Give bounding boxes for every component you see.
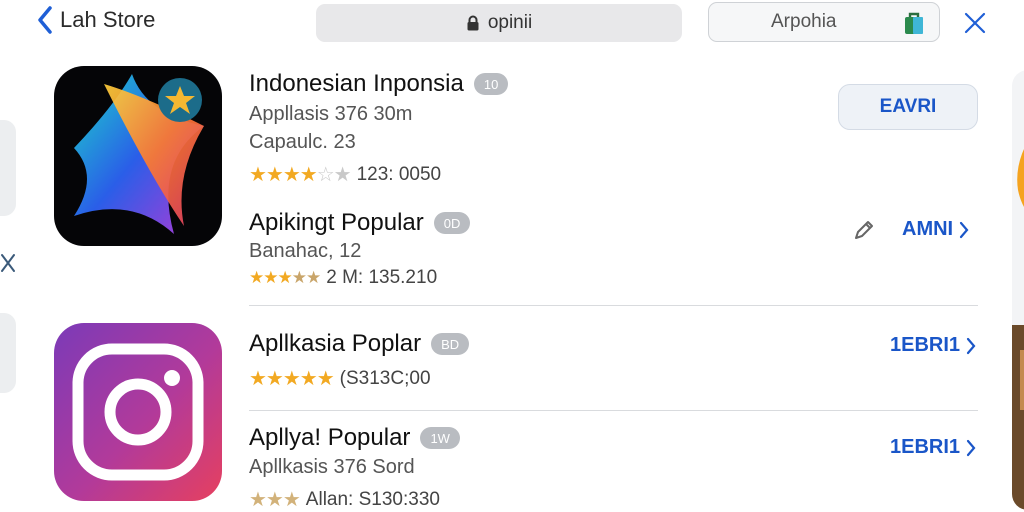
search-field[interactable]: Arpohia [708,2,940,42]
get-button[interactable]: EAVRI [838,84,978,130]
rating-count: (S313C;00 [339,367,431,389]
back-button[interactable]: Lah Store [38,6,155,34]
app-subtitle: Banahac, 12 [249,240,362,262]
app-icon-star[interactable] [54,66,222,246]
open-button[interactable]: AMNI [902,218,969,241]
app-title[interactable]: Indonesian Inponsia 10 [249,70,509,98]
star-icon: ★★★ [249,489,301,511]
chevron-left-icon [38,6,52,34]
address-bar[interactable]: opinii [316,4,682,42]
rating: ★★★ ★ ☆★ 123: 0050 [249,162,441,187]
app-title-text: Apikingt Popular [249,209,424,236]
app-title-text: Indonesian Inponsia [249,70,464,97]
app-subtitle: Appllasis 376 30m [249,103,413,125]
previous-card-edge [0,120,16,216]
app-icon-camera[interactable] [54,323,222,501]
star-icon: ★★★ [249,268,293,287]
app-title-text: Apllya! Popular [249,424,411,451]
open-button-label: 1EBRI1 [890,436,961,458]
shopping-bag-icon[interactable] [903,11,925,35]
open-button-label: 1EBRI1 [890,334,961,356]
chevron-right-icon [966,337,976,354]
pencil-icon[interactable] [852,218,876,242]
age-badge: 0D [433,212,471,234]
rating-count: 2 M: 135.210 [326,267,438,288]
rating-count: Allan: S130:330 [305,488,440,510]
star-icon: ★★★ [249,164,301,186]
age-badge: 1W [420,427,460,449]
previous-card-edge [0,313,16,393]
star-icon: ★ [316,368,335,390]
search-placeholder: Arpohia [771,11,837,32]
back-label: Lah Store [60,7,156,32]
open-button[interactable]: 1EBRI1 [890,436,976,459]
rating-count: 123: 0050 [356,163,442,185]
lock-icon [467,15,479,31]
chevron-right-icon [960,221,969,238]
age-badge: 10 [473,73,509,95]
divider [249,305,978,306]
rating: ★★★ ★ ★ (S313C;00 [249,366,431,391]
open-button[interactable]: 1EBRI1 [890,334,976,357]
age-badge: BD [431,333,470,355]
star-empty-icon: ★★ [291,268,322,287]
close-icon[interactable] [963,11,987,35]
app-category: Capaulc. 23 [249,131,356,153]
app-title[interactable]: Apllya! Popular 1W [249,424,460,452]
app-title[interactable]: Apllkasia Poplar BD [249,330,470,358]
open-button-label: AMNI [902,218,954,240]
divider [249,410,978,411]
star-half-icon: ★ [299,368,318,390]
app-subtitle: Apllkasis 376 Sord [249,456,415,478]
chevron-right-icon [966,439,976,456]
rating: ★★★ ★★ 2 M: 135.210 [249,267,437,289]
next-card-edge [1012,70,1024,510]
address-text: opinii [487,12,533,33]
app-title-text: Apllkasia Poplar [249,330,422,357]
close-icon[interactable] [0,252,16,274]
star-icon: ★★★ [249,368,301,390]
star-half-icon: ★ [299,164,318,186]
app-title[interactable]: Apikingt Popular 0D [249,209,471,237]
rating: ★★★ Allan: S130:330 [249,487,440,512]
star-empty-icon: ☆★ [316,164,352,186]
